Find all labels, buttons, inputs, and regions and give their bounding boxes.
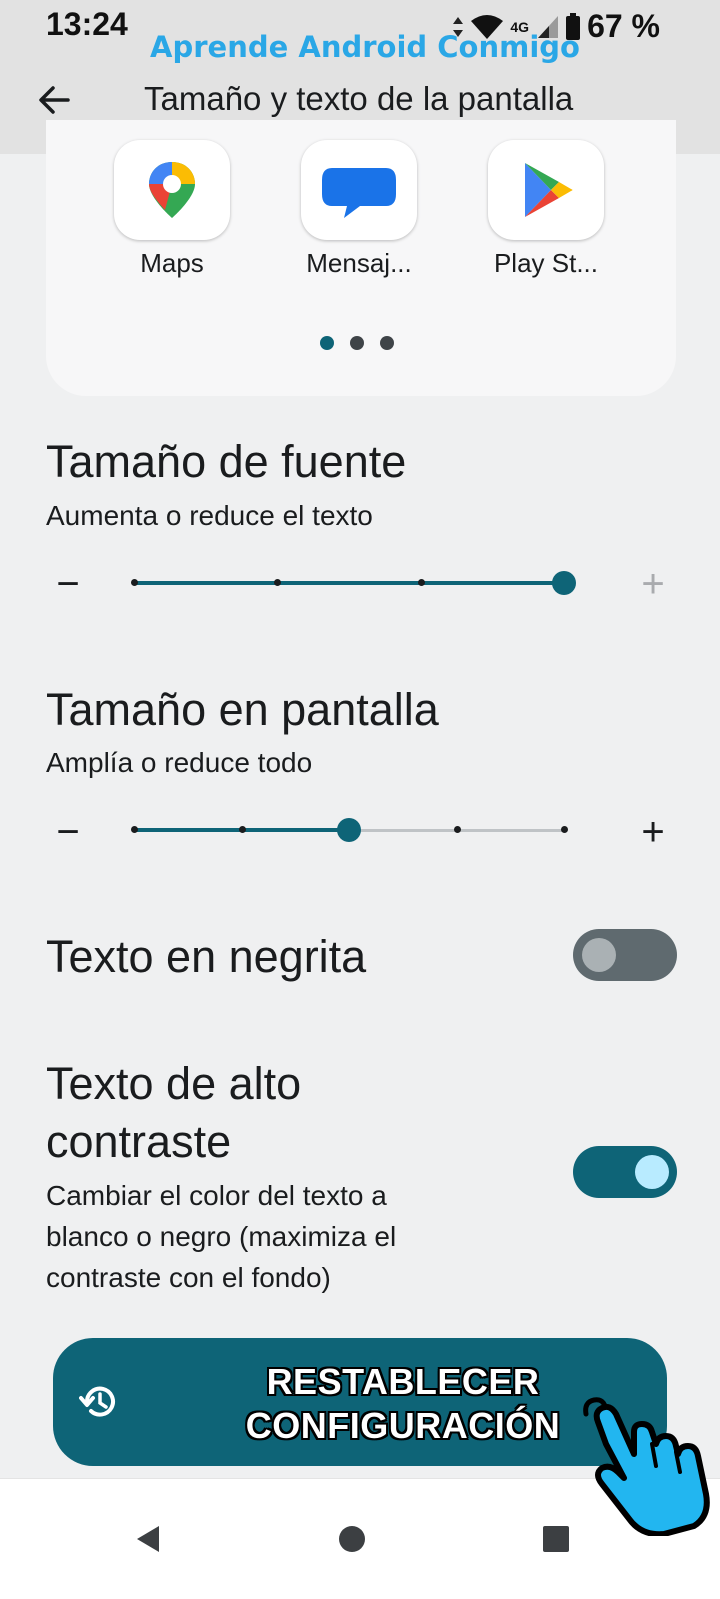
page-dot [350, 336, 364, 350]
slider-step-tick [561, 826, 568, 833]
display-size-slider[interactable] [131, 815, 568, 845]
page-indicator [320, 336, 394, 350]
display-size-subtitle: Amplía o reduce todo [46, 747, 313, 778]
history-icon [79, 1386, 115, 1417]
maps-app-icon [114, 140, 230, 240]
slider-step-tick [131, 579, 138, 586]
font-size-slider[interactable] [131, 568, 576, 598]
page-dot-active [320, 336, 334, 350]
recents-square-icon [543, 1526, 569, 1552]
high-contrast-title-line2: contraste [46, 1116, 232, 1167]
nav-back-button[interactable] [118, 1509, 178, 1569]
display-size-increase-button[interactable]: + [633, 812, 673, 852]
messages-icon [322, 168, 396, 218]
nav-home-button[interactable] [322, 1509, 382, 1569]
bold-text-title: Texto en negrita [46, 931, 367, 982]
maps-icon [149, 162, 195, 218]
slider-track-fill [134, 581, 564, 585]
play-store-app-icon [488, 140, 604, 240]
slider-thumb[interactable] [552, 571, 576, 595]
description-line: Cambiar el color del texto a [46, 1180, 387, 1211]
display-size-decrease-button[interactable]: − [48, 812, 88, 852]
app-label-maps: Maps [140, 248, 204, 278]
reset-label-line2: CONFIGURACIÓN [245, 1405, 561, 1446]
app-label-messages: Mensaj... [306, 248, 412, 278]
home-circle-icon [339, 1526, 365, 1552]
description-line: contraste con el fondo) [46, 1262, 331, 1293]
reset-settings-button[interactable]: RESTABLECER CONFIGURACIÓN [53, 1338, 667, 1466]
font-size-decrease-button[interactable]: − [48, 564, 88, 604]
pointing-hand-icon [583, 1397, 710, 1536]
page-dot [380, 336, 394, 350]
slider-step-tick [238, 826, 246, 833]
back-triangle-icon [137, 1526, 159, 1552]
description-line: blanco o negro (maximiza el [46, 1221, 397, 1252]
slider-step-tick [131, 826, 138, 833]
back-button[interactable] [32, 78, 76, 122]
toggle-knob [635, 1155, 669, 1189]
high-contrast-title-line1: Texto de alto [46, 1058, 302, 1109]
arrow-back-icon [39, 86, 70, 114]
play-store-icon [525, 163, 573, 217]
reset-button-label: RESTABLECER CONFIGURACIÓN [203, 1360, 603, 1448]
font-size-title: Tamaño de fuente [46, 436, 407, 487]
slider-step-tick [417, 579, 425, 586]
high-contrast-toggle[interactable] [573, 1146, 677, 1198]
watermark-text: Aprende Android Conmigo [150, 30, 580, 64]
reset-label-line1: RESTABLECER [266, 1361, 540, 1402]
slider-thumb[interactable] [337, 818, 361, 842]
high-contrast-description: Cambiar el color del texto a blanco o ne… [46, 1175, 516, 1298]
app-label-play-store: Play St... [493, 248, 599, 278]
font-size-increase-button[interactable]: + [633, 564, 673, 604]
page-title: Tamaño y texto de la pantalla [144, 80, 574, 117]
display-size-title: Tamaño en pantalla [46, 684, 439, 735]
messages-app-icon [301, 140, 417, 240]
font-size-subtitle: Aumenta o reduce el texto [46, 500, 373, 531]
slider-step-tick [453, 826, 461, 833]
bold-text-toggle[interactable] [573, 929, 677, 981]
preview-card: Maps Mensaj... Play St... [46, 120, 676, 396]
toggle-knob [582, 938, 616, 972]
